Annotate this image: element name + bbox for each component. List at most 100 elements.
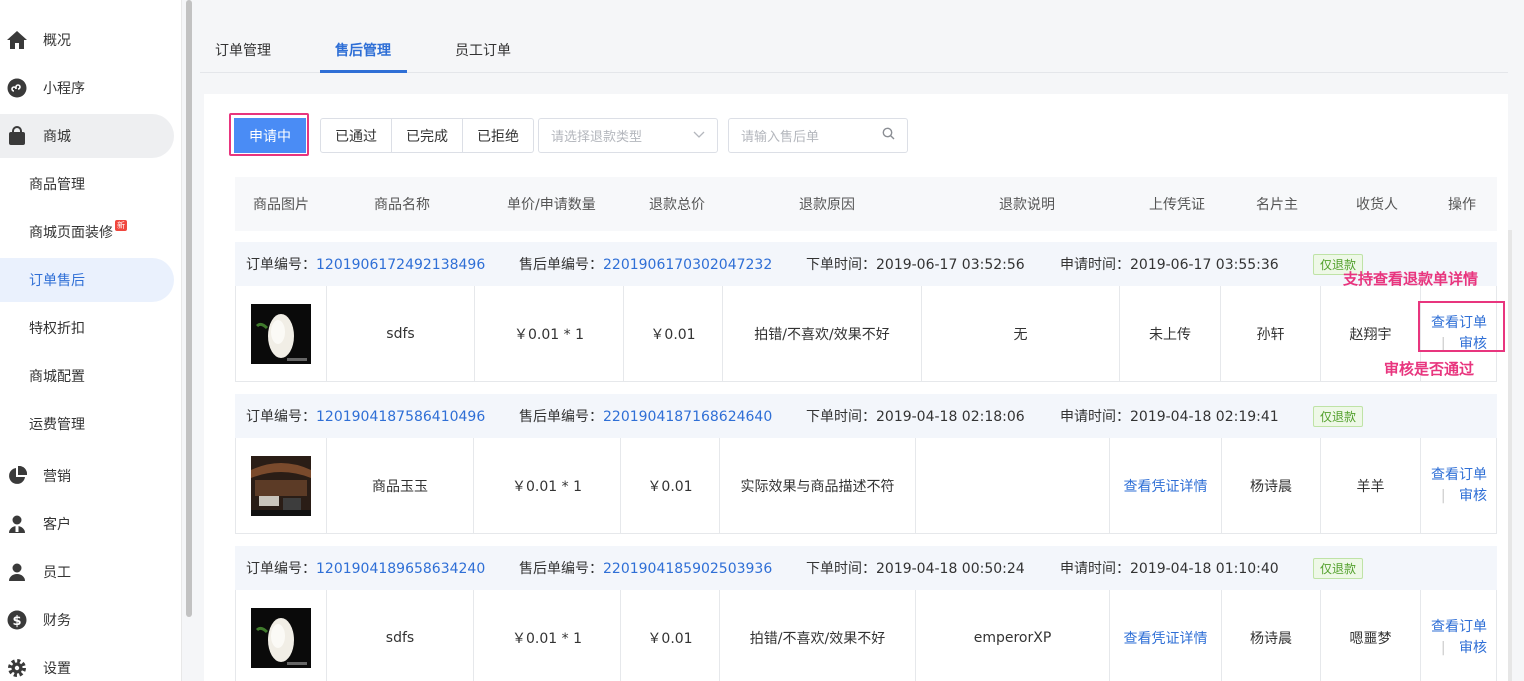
order-no-link[interactable]: 1201904189658634240 <box>316 561 485 577</box>
filter-applying-button[interactable]: 申请中 <box>234 118 306 153</box>
sidebar-item-privilege-discount[interactable]: 特权折扣 <box>0 306 174 350</box>
order-time: 下单时间：2019-04-18 00:50:24 <box>806 561 1025 577</box>
filter-completed-button[interactable]: 已完成 <box>392 118 463 153</box>
column-header: 单价/申请数量 <box>507 197 596 213</box>
after-sale-no-link[interactable]: 2201904185902503936 <box>603 561 772 577</box>
view-order-link[interactable]: 查看订单 <box>1431 313 1487 334</box>
order-meta-row: 订单编号：1201906172492138496 售后单编号：220190617… <box>235 242 1497 286</box>
column-header: 退款原因 <box>799 197 855 213</box>
select-placeholder: 请选择退款类型 <box>551 130 643 145</box>
view-voucher-link[interactable]: 查看凭证详情 <box>1124 476 1208 496</box>
refund-total: ￥0.01 <box>621 438 720 534</box>
operations-cell: 查看订单 | 审核 <box>1431 617 1487 656</box>
column-header: 操作 <box>1448 197 1476 213</box>
staff-icon <box>6 561 28 583</box>
after-sale-no-link[interactable]: 2201906170302047232 <box>603 257 772 273</box>
refund-reason: 拍错/不喜欢/效果不好 <box>720 590 916 681</box>
sidebar-item-shipping[interactable]: 运费管理 <box>0 402 174 446</box>
column-header: 退款总价 <box>649 197 705 213</box>
order-no-link[interactable]: 1201906172492138496 <box>316 257 485 273</box>
sidebar-item-mall-config[interactable]: 商城配置 <box>0 354 174 398</box>
product-image[interactable] <box>251 456 311 516</box>
tab-active-indicator <box>320 70 407 73</box>
audit-link[interactable]: 审核 <box>1459 336 1487 352</box>
order-block: 订单编号：1201906172492138496 售后单编号：220190617… <box>235 242 1497 382</box>
filter-approved-button[interactable]: 已通过 <box>320 118 392 153</box>
tab-aftersale-management[interactable]: 售后管理 <box>335 40 391 60</box>
refund-type-tag: 仅退款 <box>1313 405 1364 427</box>
refund-total: ￥0.01 <box>624 286 723 382</box>
card-owner: 杨诗晨 <box>1222 590 1321 681</box>
table-row: sdfs ￥0.01 * 1 ￥0.01 拍错/不喜欢/效果不好 emperor… <box>235 590 1497 681</box>
tab-staff-orders[interactable]: 员工订单 <box>455 40 511 60</box>
table-row: sdfs ￥0.01 * 1 ￥0.01 拍错/不喜欢/效果不好 无 未上传 孙… <box>235 286 1497 382</box>
sidebar-item-settings[interactable]: 设置 <box>0 646 174 681</box>
sidebar-item-label: 商城页面装修 <box>29 225 113 241</box>
card-owner: 孙轩 <box>1221 286 1321 382</box>
voucher-status: 未上传 <box>1120 286 1221 382</box>
sidebar-item-staff[interactable]: 员工 <box>0 550 174 594</box>
home-icon <box>6 29 28 51</box>
annotation-audit: 审核是否通过 <box>1384 360 1475 378</box>
shopping-bag-icon <box>6 125 28 147</box>
order-meta-row: 订单编号：1201904187586410496 售后单编号：220190418… <box>235 394 1497 438</box>
sidebar-item-customer[interactable]: 客户 <box>0 502 174 546</box>
customer-icon <box>6 513 28 535</box>
sidebar-item-miniprogram[interactable]: 小程序 <box>0 66 174 110</box>
order-meta-row: 订单编号：1201904189658634240 售后单编号：220190418… <box>235 546 1497 590</box>
sidebar-scrollbar[interactable] <box>186 0 192 617</box>
sidebar-item-finance[interactable]: $ 财务 <box>0 598 174 642</box>
new-badge: 新 <box>115 219 127 231</box>
refund-type-select[interactable]: 请选择退款类型 <box>538 118 718 153</box>
sidebar-item-mall[interactable]: 商城 <box>0 114 174 158</box>
sidebar-item-label: 设置 <box>43 661 71 677</box>
sidebar-item-label: 特权折扣 <box>29 321 85 337</box>
product-image[interactable] <box>251 304 311 364</box>
view-voucher-link[interactable]: 查看凭证详情 <box>1124 628 1208 648</box>
column-header: 商品图片 <box>253 197 309 213</box>
audit-link[interactable]: 审核 <box>1459 488 1487 504</box>
order-no: 订单编号：1201906172492138496 <box>246 257 486 273</box>
order-no: 订单编号：1201904189658634240 <box>246 561 486 577</box>
order-no: 订单编号：1201904187586410496 <box>246 409 486 425</box>
voucher-cell: 查看凭证详情 <box>1110 590 1222 681</box>
order-no-link[interactable]: 1201904187586410496 <box>316 409 485 425</box>
operations-cell: 查看订单 | 审核 <box>1431 465 1487 504</box>
sidebar-item-label: 概况 <box>43 33 71 49</box>
product-name: sdfs <box>327 286 475 382</box>
product-image[interactable] <box>251 608 311 668</box>
chevron-down-icon <box>693 128 705 143</box>
receiver: 羊羊 <box>1321 438 1421 534</box>
sidebar-item-label: 商品管理 <box>29 177 85 193</box>
filter-rejected-button[interactable]: 已拒绝 <box>463 118 534 153</box>
audit-link[interactable]: 审核 <box>1459 640 1487 656</box>
sidebar-item-page-decoration[interactable]: 商城页面装修 新 <box>0 210 174 254</box>
gear-icon <box>6 657 28 679</box>
refund-description: emperorXP <box>916 590 1110 681</box>
after-sale-no-link[interactable]: 2201904187168624640 <box>603 409 772 425</box>
view-order-link[interactable]: 查看订单 <box>1431 465 1487 486</box>
sidebar: 概况 小程序 商城 商品管理 商城页面装修 新 订单售后 特权折扣 商城配置 运… <box>0 0 182 681</box>
sidebar-item-order-aftersale[interactable]: 订单售后 <box>0 258 174 302</box>
search-input[interactable]: 请输入售后单 <box>728 118 908 153</box>
table-row: 商品玉玉 ￥0.01 * 1 ￥0.01 实际效果与商品描述不符 查看凭证详情 … <box>235 438 1497 534</box>
sidebar-item-label: 运费管理 <box>29 417 85 433</box>
order-time: 下单时间：2019-04-18 02:18:06 <box>806 409 1025 425</box>
sidebar-item-label: 客户 <box>43 517 71 533</box>
sidebar-item-product-management[interactable]: 商品管理 <box>0 162 174 206</box>
main-panel: 申请中 已通过 已完成 已拒绝 请选择退款类型 请输入售后单 商品图片 商品名称… <box>204 94 1508 681</box>
column-header: 商品名称 <box>374 197 430 213</box>
search-icon[interactable] <box>882 127 895 144</box>
sidebar-item-overview[interactable]: 概况 <box>0 18 174 62</box>
order-time: 下单时间：2019-06-17 03:52:56 <box>806 257 1025 273</box>
order-block: 订单编号：1201904187586410496 售后单编号：220190418… <box>235 394 1497 534</box>
column-header: 名片主 <box>1256 197 1298 213</box>
sidebar-item-marketing[interactable]: 营销 <box>0 454 174 498</box>
view-order-link[interactable]: 查看订单 <box>1431 617 1487 638</box>
voucher-cell: 查看凭证详情 <box>1110 438 1222 534</box>
column-header: 退款说明 <box>999 197 1055 213</box>
content-scrollbar[interactable] <box>1508 230 1512 681</box>
tab-order-management[interactable]: 订单管理 <box>215 40 271 60</box>
price-quantity: ￥0.01 * 1 <box>474 438 621 534</box>
sidebar-item-label: 小程序 <box>43 81 85 97</box>
